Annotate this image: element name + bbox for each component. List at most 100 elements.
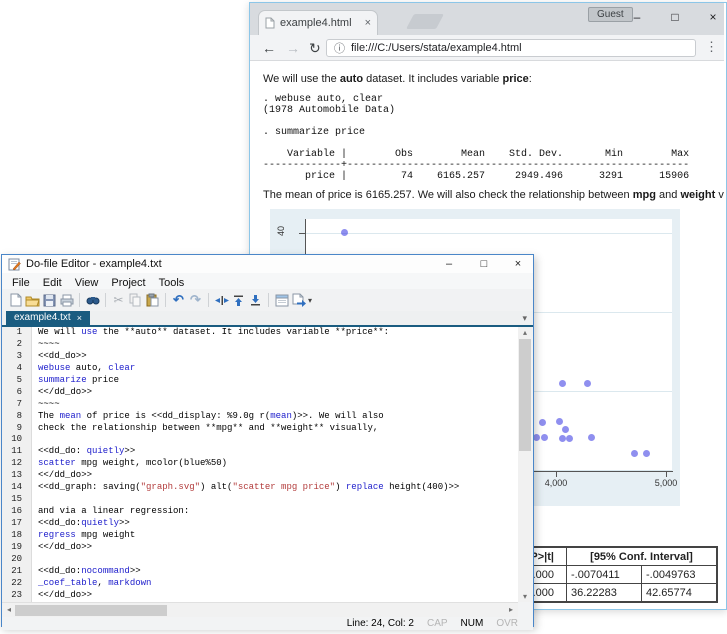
editor-maximize-button[interactable]: □ — [471, 256, 497, 272]
execute-down-icon[interactable] — [247, 292, 264, 308]
find-icon[interactable] — [84, 292, 101, 308]
horizontal-scroll-thumb[interactable] — [15, 605, 167, 616]
x-tick-label: 5,000 — [646, 478, 686, 488]
run-to-line-icon[interactable] — [213, 292, 230, 308]
execute-do-icon[interactable] — [290, 292, 307, 308]
line-number: 14 — [2, 482, 31, 494]
reload-icon[interactable]: ↻ — [309, 39, 321, 57]
open-folder-icon[interactable] — [24, 292, 41, 308]
do-dropdown-caret[interactable]: ▾ — [308, 296, 312, 305]
tab-close-icon[interactable]: × — [365, 17, 371, 29]
line-number: 17 — [2, 518, 31, 530]
editor-toolbar: ✂ ↶ ↷ ▾ — [2, 289, 533, 311]
scatter-point — [556, 418, 563, 425]
code-line[interactable]: ~~~~ — [38, 399, 518, 411]
x-tick — [556, 472, 557, 477]
code-line[interactable]: <</dd_do>> — [38, 470, 518, 482]
editor-minimize-button[interactable]: – — [436, 256, 462, 272]
editor-tab-example4[interactable]: example4.txt × — [6, 311, 90, 325]
code-line[interactable]: scatter mpg weight, mcolor(blue%50) — [38, 458, 518, 470]
code-line[interactable]: <</dd_do>> — [38, 542, 518, 554]
browser-toolbar: ← → ↻ ⓘ file:///C:/Users/stata/example4.… — [250, 35, 724, 61]
editor-tab-close-icon[interactable]: × — [77, 311, 82, 325]
line-number: 12 — [2, 458, 31, 470]
code-token: >> — [119, 518, 130, 528]
preview-file-icon[interactable] — [273, 292, 290, 308]
line-number: 10 — [2, 434, 31, 446]
scroll-left-icon[interactable]: ◂ — [2, 605, 16, 614]
code-token: <</dd_do>> — [38, 387, 92, 397]
editor-titlebar[interactable]: Do-file Editor - example4.txt – □ × — [2, 255, 533, 273]
address-bar[interactable]: ⓘ file:///C:/Users/stata/example4.html — [326, 39, 696, 57]
code-line[interactable]: _coef_table, markdown — [38, 578, 518, 590]
scroll-right-icon[interactable]: ▸ — [504, 605, 518, 614]
execute-up-icon[interactable] — [230, 292, 247, 308]
code-token: ~~~~ — [38, 339, 60, 349]
tab-list-caret-icon[interactable]: ▾ — [522, 313, 527, 324]
print-icon[interactable] — [58, 292, 75, 308]
scatter-point — [559, 380, 566, 387]
code-line[interactable] — [38, 434, 518, 446]
code-line[interactable]: The mean of price is <<dd_display: %9.0g… — [38, 411, 518, 423]
browser-minimize-button[interactable]: – — [622, 8, 652, 26]
code-token: <</dd_do>> — [38, 470, 92, 480]
browser-titlebar[interactable]: example4.html × Guest – □ × — [250, 3, 724, 35]
browser-tab[interactable]: example4.html × — [258, 10, 378, 35]
browser-close-button[interactable]: × — [698, 8, 727, 26]
code-line[interactable]: and via a linear regression: — [38, 506, 518, 518]
paste-icon[interactable] — [144, 292, 161, 308]
keyword-token: quietly — [81, 518, 119, 528]
scatter-point — [559, 435, 566, 442]
code-line[interactable]: regress mpg weight — [38, 530, 518, 542]
keyword-token: nocommand — [81, 566, 130, 576]
scroll-up-icon[interactable]: ▴ — [518, 328, 532, 337]
code-line[interactable]: ~~~~ — [38, 339, 518, 351]
code-token: >> — [124, 446, 135, 456]
editor-horizontal-scrollbar[interactable]: ◂ ▸ — [2, 602, 518, 617]
code-line[interactable]: <<dd_do:nocommand>> — [38, 566, 518, 578]
code-line[interactable]: <<dd_graph: saving("graph.svg") alt("sca… — [38, 482, 518, 494]
code-line[interactable] — [38, 494, 518, 506]
undo-icon[interactable]: ↶ — [170, 292, 187, 308]
code-line[interactable]: <<dd_do>> — [38, 351, 518, 363]
line-number: 5 — [2, 375, 31, 387]
save-icon[interactable] — [41, 292, 58, 308]
browser-maximize-button[interactable]: □ — [660, 8, 690, 26]
new-tab-button[interactable] — [406, 14, 444, 29]
code-token: of price is <<dd_display: %9.0g r( — [81, 411, 270, 421]
coef-table-cell: -.0070411 — [567, 566, 642, 584]
code-line[interactable]: <</dd_do>> — [38, 590, 518, 602]
code-line[interactable]: <</dd_do>> — [38, 387, 518, 399]
string-token: "graph.svg" — [141, 482, 200, 492]
line-number: 3 — [2, 351, 31, 363]
code-line[interactable]: We will use the **auto** dataset. It inc… — [38, 327, 518, 339]
back-icon[interactable]: ← — [262, 39, 276, 57]
code-line[interactable]: webuse auto, clear — [38, 363, 518, 375]
code-token: auto, — [70, 363, 108, 373]
code-line[interactable]: check the relationship between **mpg** a… — [38, 423, 518, 435]
vertical-scroll-thumb[interactable] — [519, 339, 531, 451]
keyword-token: summarize — [38, 375, 87, 385]
browser-overflow-menu-icon[interactable]: ⋮ — [705, 39, 718, 55]
code-line[interactable]: <<dd_do:quietly>> — [38, 518, 518, 530]
page-paragraph-1: We will use the auto dataset. It include… — [263, 73, 532, 85]
page-info-icon[interactable]: ⓘ — [334, 40, 345, 56]
editor-close-button[interactable]: × — [505, 256, 531, 272]
editor-vertical-scrollbar[interactable]: ▴ ▾ — [518, 327, 532, 602]
scroll-down-icon[interactable]: ▾ — [518, 592, 532, 601]
code-line[interactable]: <<dd_do: quietly>> — [38, 446, 518, 458]
text-segment: auto — [340, 73, 363, 85]
code-editor-area[interactable]: 1234567891011121314151617181920212223 We… — [2, 327, 518, 602]
url-text[interactable]: file:///C:/Users/stata/example4.html — [351, 42, 522, 54]
code-line[interactable] — [38, 554, 518, 566]
copy-icon — [127, 292, 144, 308]
y-tick-40 — [299, 233, 305, 234]
code-line[interactable]: summarize price — [38, 375, 518, 387]
new-file-icon[interactable] — [7, 292, 24, 308]
code-text[interactable]: We will use the **auto** dataset. It inc… — [32, 327, 518, 602]
do-file-editor-window: Do-file Editor - example4.txt – □ × File… — [1, 254, 534, 627]
editor-menubar: FileEditViewProjectTools — [2, 273, 533, 289]
code-token: , — [97, 578, 108, 588]
code-token: <</dd_do>> — [38, 590, 92, 600]
line-number: 18 — [2, 530, 31, 542]
